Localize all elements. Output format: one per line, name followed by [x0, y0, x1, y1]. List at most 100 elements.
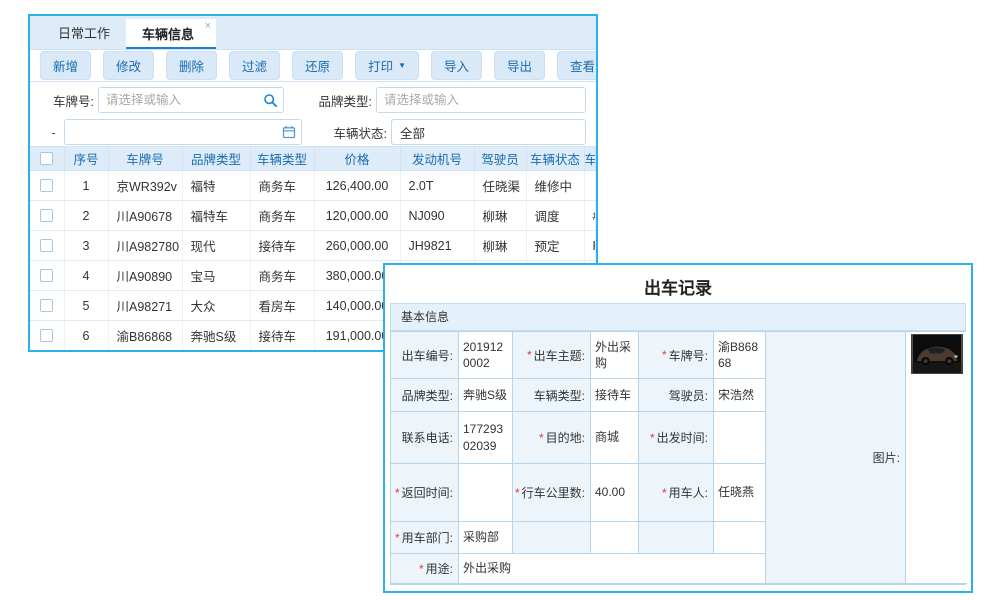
date-input[interactable]: [65, 120, 301, 144]
field-label-mileage: *行车公里数:: [513, 464, 591, 522]
col-header-frame: 车架号: [584, 147, 596, 171]
button-label: 导入: [444, 56, 469, 75]
cell-plate-link[interactable]: 川A90890: [108, 261, 182, 291]
restore-button[interactable]: 还原: [292, 51, 343, 80]
field-label: 出车主题:: [534, 347, 585, 364]
field-label-destination: *目的地:: [513, 412, 591, 464]
date-field: [64, 119, 302, 145]
field-label: 出发时间:: [657, 429, 708, 446]
field-label-dispatch-no: 出车编号:: [391, 332, 459, 379]
cell-no: 1: [64, 171, 108, 201]
delete-button[interactable]: 删除: [166, 51, 217, 80]
field-label: 图片:: [873, 449, 900, 466]
button-label: 过滤: [242, 56, 267, 75]
desktop: 日常工作 车辆信息 × 新增 修改 删除 过滤 还原 打印 ▼ 导入 导出 查看…: [0, 0, 1000, 600]
col-header-price: 价格: [314, 147, 400, 171]
field-label-plate: *车牌号:: [639, 332, 714, 379]
field-value-destination: 商城: [591, 412, 639, 464]
cell-no: 6: [64, 321, 108, 351]
vehicle-photo-cell: [906, 332, 967, 584]
row-checkbox[interactable]: [40, 209, 53, 222]
cell-price: 260,000.00: [314, 231, 400, 261]
row-checkbox[interactable]: [40, 239, 53, 252]
tab-daily-work[interactable]: 日常工作: [42, 15, 126, 49]
cell-price: 126,400.00: [314, 171, 400, 201]
cell-plate-link[interactable]: 川A90678: [108, 201, 182, 231]
cell-brand: 大众: [182, 291, 250, 321]
row-checkbox[interactable]: [40, 269, 53, 282]
view-log-button[interactable]: 查看日志: [557, 51, 598, 80]
row-checkbox[interactable]: [40, 299, 53, 312]
required-asterisk: *: [662, 486, 667, 500]
brand-search-field: [376, 87, 586, 113]
cell-price: 120,000.00: [314, 201, 400, 231]
cell-driver-link[interactable]: 任晓渠: [474, 171, 526, 201]
status-select[interactable]: 全部: [391, 119, 586, 145]
cell-plate-link[interactable]: 渝B86868: [108, 321, 182, 351]
tab-bar: 日常工作 车辆信息 ×: [30, 16, 596, 50]
field-value-return-time: [459, 464, 513, 522]
cell-status: 维修中: [526, 171, 584, 201]
field-value-brand: 奔驰S级: [459, 379, 513, 412]
row-checkbox[interactable]: [40, 179, 53, 192]
export-button[interactable]: 导出: [494, 51, 545, 80]
select-all-checkbox[interactable]: [40, 152, 53, 165]
cell-type: 看房车: [250, 291, 314, 321]
filter-button[interactable]: 过滤: [229, 51, 280, 80]
calendar-icon[interactable]: [282, 125, 296, 144]
table-header-row: 序号 车牌号 品牌类型 车辆类型 价格 发动机号 驾驶员 车辆状态 车架号: [30, 147, 596, 171]
cell-type: 接待车: [250, 321, 314, 351]
cell-no: 3: [64, 231, 108, 261]
button-label: 查看日志: [570, 56, 598, 75]
cell-status: 调度: [526, 201, 584, 231]
cell-engine: JH9821: [400, 231, 474, 261]
cell-no: 5: [64, 291, 108, 321]
cell-type: 接待车: [250, 231, 314, 261]
cell-brand: 福特: [182, 171, 250, 201]
plate-search-input[interactable]: [99, 88, 283, 112]
cell-type: 商务车: [250, 201, 314, 231]
brand-search-input[interactable]: [377, 88, 585, 112]
cell-driver-link[interactable]: 柳琳: [474, 231, 526, 261]
cell-brand: 现代: [182, 231, 250, 261]
close-icon[interactable]: ×: [205, 20, 211, 32]
required-asterisk: *: [395, 486, 400, 500]
cell-plate-link[interactable]: 京WR392v: [108, 171, 182, 201]
filter-area: 车牌号: 品牌类型: -: [30, 82, 596, 146]
button-label: 还原: [305, 56, 330, 75]
col-header-engine: 发动机号: [400, 147, 474, 171]
cell-plate-link[interactable]: 川A98271: [108, 291, 182, 321]
field-label-brand: 品牌类型:: [391, 379, 459, 412]
field-value-driver: 宋浩然: [714, 379, 766, 412]
print-button[interactable]: 打印 ▼: [355, 51, 419, 80]
row-checkbox[interactable]: [40, 329, 53, 342]
field-value-depart-time: [714, 412, 766, 464]
image-label: 图片:: [766, 332, 906, 584]
field-value-plate: 渝B86868: [714, 332, 766, 379]
required-asterisk: *: [419, 562, 424, 576]
cell-plate-link[interactable]: 川A982780: [108, 231, 182, 261]
field-label: 目的地:: [546, 429, 585, 446]
required-asterisk: *: [515, 486, 520, 500]
tab-vehicle-info[interactable]: 车辆信息 ×: [126, 19, 216, 49]
field-label: 车辆类型:: [534, 387, 585, 404]
field-value-subject: 外出采购: [591, 332, 639, 379]
import-button[interactable]: 导入: [431, 51, 482, 80]
required-asterisk: *: [395, 531, 400, 545]
cell-driver-link[interactable]: 柳琳: [474, 201, 526, 231]
tab-label: 日常工作: [58, 23, 110, 42]
plate-filter-label: 车牌号:: [30, 91, 94, 110]
field-label-driver: 驾驶员:: [639, 379, 714, 412]
vehicle-photo: [911, 334, 963, 374]
cell-brand: 福特车: [182, 201, 250, 231]
cell-no: 2: [64, 201, 108, 231]
search-icon[interactable]: [263, 93, 278, 113]
field-label-vehicle-user: *用车人:: [639, 464, 714, 522]
edit-button[interactable]: 修改: [103, 51, 154, 80]
caret-down-icon: ▼: [398, 61, 406, 70]
field-label-return-time: *返回时间:: [391, 464, 459, 522]
cell-brand: 宝马: [182, 261, 250, 291]
add-button[interactable]: 新增: [40, 51, 91, 80]
field-label: 出车编号:: [402, 347, 453, 364]
table-row: 1 京WR392v 福特 商务车 126,400.00 2.0T 任晓渠 维修中: [30, 171, 596, 201]
